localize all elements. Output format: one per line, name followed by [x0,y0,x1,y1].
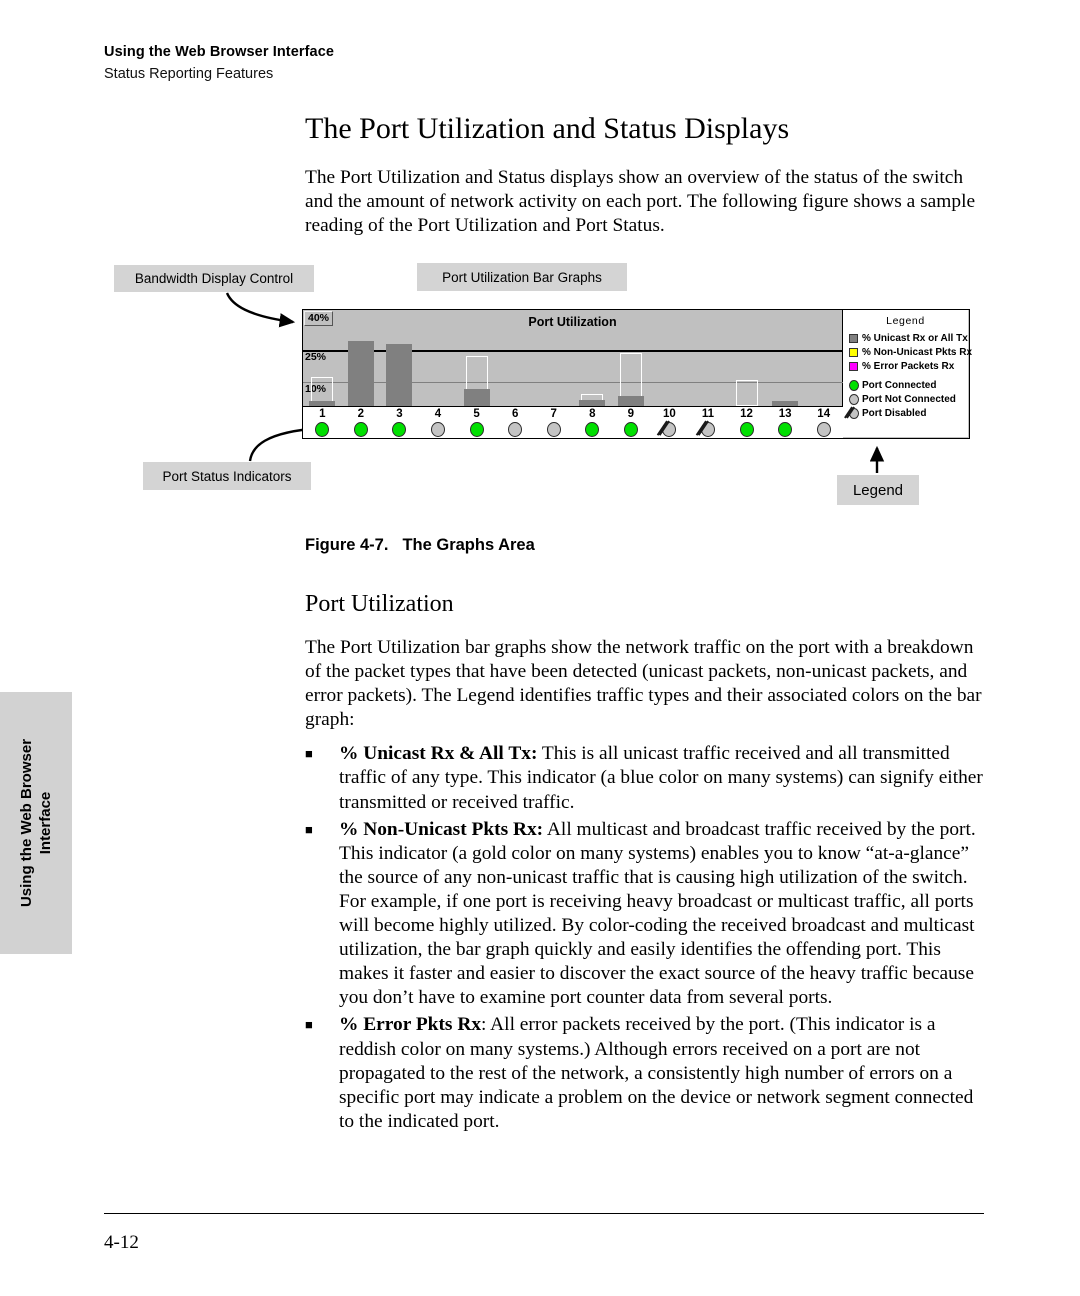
port-number-1: 1 [319,408,326,420]
legend-item-4: Port Not Connected [849,392,968,406]
port-number-3: 3 [396,408,403,420]
port-led-12-connected[interactable] [739,422,754,437]
legend-item-label: Port Connected [862,379,937,391]
port-cell-13[interactable]: 13 [768,407,802,439]
bullet-term: % Unicast Rx & All Tx: [339,743,538,765]
bullet-list: ■ % Unicast Rx & All Tx: This is all unic… [305,742,985,1134]
legend-item-label: % Error Packets Rx [862,360,955,372]
port-number-9: 9 [627,408,635,420]
port-cell-8[interactable]: 8 [575,407,609,439]
legend-led-icon [849,407,859,419]
port-cell-4[interactable]: 4 [421,407,455,439]
port-led-10-disabled[interactable] [662,422,677,437]
bullet-item-0: ■ % Unicast Rx & All Tx: This is all unic… [305,742,985,814]
bullet-term: % Non-Unicast Pkts Rx: [339,818,544,840]
figure-caption-text: The Graphs Area [402,536,535,554]
bullet-item-2: ■ % Error Pkts Rx: All error packets rece… [305,1013,985,1133]
legend-item-label: Port Disabled [862,407,927,419]
port-number-5: 5 [473,408,480,420]
port-led-14-not-connected[interactable] [816,422,831,437]
port-cell-6[interactable]: 6 [498,407,532,439]
port-number-10: 10 [663,408,676,420]
port-cell-14[interactable]: 14 [807,407,841,439]
section-heading: Port Utilization [305,591,454,617]
port-led-7-not-connected[interactable] [546,422,561,437]
figure-caption: Figure 4-7. The Graphs Area [305,536,535,555]
port-number-14: 14 [817,408,831,420]
section-port-utilization: Port Utilization The Port Utilization ba… [305,590,985,1134]
legend-item-2: % Error Packets Rx [849,359,968,373]
legend-item-label: % Non-Unicast Pkts Rx [862,346,973,358]
port-cell-12[interactable]: 12 [730,407,764,439]
legend-panel: Legend % Unicast Rx or All Tx % Non-Unica… [843,310,972,437]
bullet-marker-icon: ■ [305,1017,313,1033]
bullet-marker-icon: ■ [305,821,313,837]
bullet-text: % Unicast Rx & All Tx: This is all unica… [339,743,983,813]
port-cell-11[interactable]: 11 [691,407,725,439]
port-number-12: 12 [740,408,753,420]
port-cell-5[interactable]: 5 [460,407,494,439]
bar-unicast-port-2 [347,341,374,406]
bullet-text: % Error Pkts Rx: All error packets recei… [339,1014,974,1132]
port-cell-3[interactable]: 3 [382,407,416,439]
page-number: 4-12 [104,1232,139,1253]
legend-swatch-icon [849,333,858,343]
legend-item-label: Port Not Connected [862,393,956,405]
legend-item-5: Port Disabled [849,406,968,420]
port-led-9-connected[interactable] [623,422,638,437]
port-status-indicator-row: 1 2 3 4 5 6 7 8 9 10 11 12 13 14 [303,406,843,438]
port-cell-1[interactable]: 1 [305,407,339,439]
port-cell-10[interactable]: 10 [652,407,686,439]
port-number-2: 2 [357,408,365,420]
legend-item-3: Port Connected [849,378,968,392]
port-number-7: 7 [550,408,557,420]
port-utilization-panel: Port Utilization 40% 40% 25% 10% 1234567… [302,309,972,439]
bar-unicast-port-3 [386,343,413,406]
port-cell-2[interactable]: 2 [344,407,378,439]
port-led-8-connected[interactable] [585,422,600,437]
port-led-11-disabled[interactable] [701,422,715,437]
port-number-4: 4 [434,408,442,420]
legend-title: Legend [886,315,925,327]
legend-led-icon [849,379,859,391]
legend-item-0: % Unicast Rx or All Tx [849,331,968,345]
port-led-1-connected[interactable] [315,422,330,437]
port-number-8: 8 [589,408,596,420]
bar-unicast-port-5 [463,389,490,406]
port-utilization-graph: Port Utilization 40% 40% 25% 10% 1234567… [303,310,843,438]
port-led-4-not-connected[interactable] [431,422,445,437]
bullet-term: % Error Pkts Rx [339,1014,482,1036]
bar-nonunicast-port-12 [735,379,758,406]
port-cell-9[interactable]: 9 [614,407,648,439]
legend-swatch-icon [849,361,858,371]
port-number-11: 11 [701,408,715,420]
bars-layer [303,310,843,406]
bullet-item-1: ■ % Non-Unicast Pkts Rx: All multicast an… [305,818,985,1011]
section-paragraph: The Port Utilization bar graphs show the… [305,637,982,731]
bullet-text: % Non-Unicast Pkts Rx: All multicast and… [339,818,976,1009]
port-led-6-not-connected[interactable] [508,422,523,437]
legend-item-1: % Non-Unicast Pkts Rx [849,345,972,359]
port-number-6: 6 [511,408,519,420]
figure-caption-number: Figure 4-7. [305,536,389,554]
port-led-13-connected[interactable] [778,422,793,437]
bar-unicast-port-9 [617,396,644,406]
port-cell-7[interactable]: 7 [537,407,571,439]
legend-item-label: % Unicast Rx or All Tx [862,332,968,344]
bullet-marker-icon: ■ [305,746,313,762]
port-led-2-connected[interactable] [353,422,368,437]
legend-led-icon [849,393,859,405]
port-led-3-connected[interactable] [392,422,407,437]
port-number-13: 13 [778,408,792,420]
footer-rule [104,1213,984,1215]
legend-swatch-icon [849,347,858,357]
legend-items: % Unicast Rx or All Tx % Non-Unicast Pkts… [843,331,972,420]
port-led-5-connected[interactable] [469,422,484,437]
